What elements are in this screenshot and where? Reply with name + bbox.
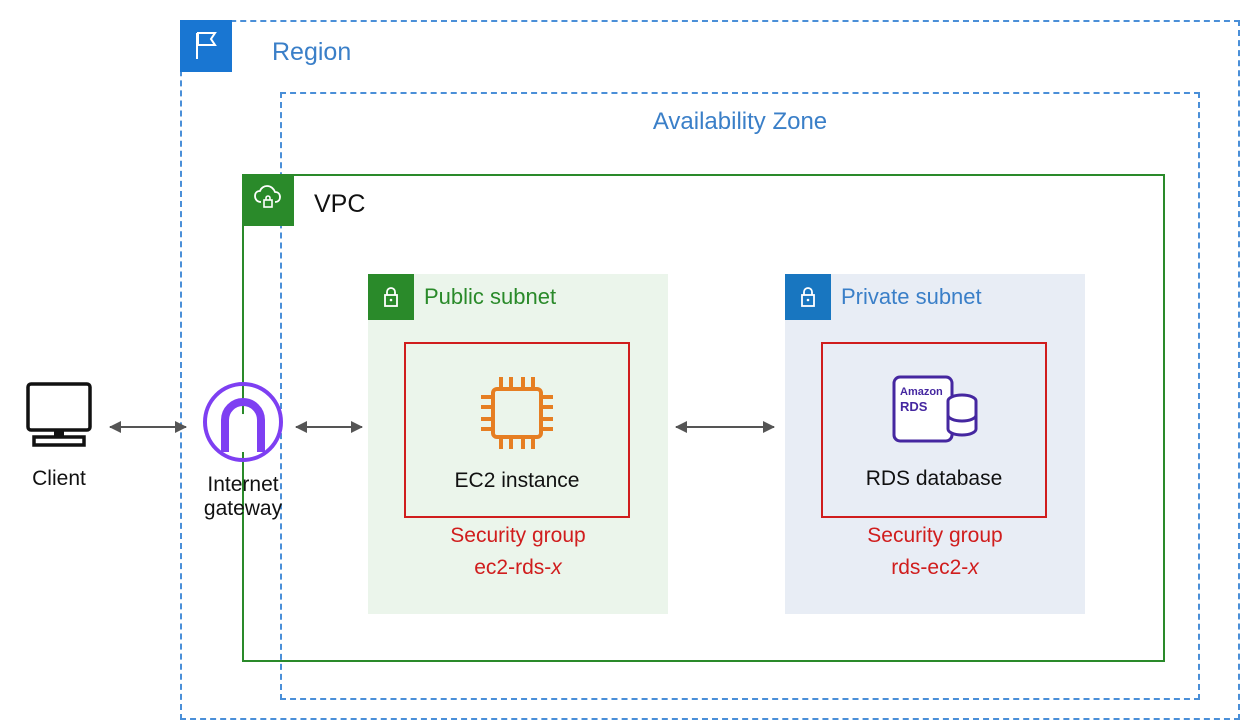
client-block: Client <box>14 374 104 491</box>
private-subnet-label: Private subnet <box>841 284 982 310</box>
region-label: Region <box>272 38 351 67</box>
rds-database-label: RDS database <box>866 467 1003 491</box>
internet-gateway-icon <box>195 380 291 464</box>
rds-database-icon: Amazon RDS <box>884 369 984 457</box>
public-subnet-box: Public subnet EC2 inst <box>368 274 668 614</box>
arrow-ec2-to-rds <box>676 426 774 428</box>
igw-label-line2: gateway <box>204 497 282 520</box>
public-subnet-label: Public subnet <box>424 284 556 310</box>
client-label: Client <box>14 467 104 491</box>
arrow-igw-to-ec2 <box>296 426 362 428</box>
ec2-security-group-box: EC2 instance <box>404 342 630 518</box>
vpc-cloud-lock-icon <box>242 174 294 226</box>
vpc-label: VPC <box>314 190 365 219</box>
rds-sg-name: rds-ec2-x <box>785 556 1085 580</box>
ec2-instance-label: EC2 instance <box>455 469 580 493</box>
ec2-sg-title: Security group <box>368 524 668 548</box>
internet-gateway-block: Internet gateway <box>193 380 293 521</box>
arrow-client-to-igw <box>110 426 186 428</box>
private-subnet-lock-icon <box>785 274 831 320</box>
ec2-sg-name: ec2-rds-x <box>368 556 668 580</box>
ec2-sg-prefix: ec2-rds- <box>474 556 551 579</box>
rds-icon-rds-text: RDS <box>900 399 928 414</box>
rds-security-group-box: Amazon RDS RDS database <box>821 342 1047 518</box>
rds-sg-prefix: rds-ec2- <box>891 556 968 579</box>
ec2-sg-suffix: x <box>551 556 562 579</box>
availability-zone-label: Availability Zone <box>653 108 827 136</box>
internet-gateway-label: Internet gateway <box>193 473 293 521</box>
private-subnet-box: Private subnet Amazon RDS RDS database S… <box>785 274 1085 614</box>
rds-sg-suffix: x <box>968 556 979 579</box>
public-subnet-lock-icon <box>368 274 414 320</box>
client-computer-icon <box>18 374 100 456</box>
aws-architecture-diagram: Region Availability Zone VPC Public subn… <box>0 0 1254 728</box>
igw-label-line1: Internet <box>207 473 278 496</box>
rds-sg-title: Security group <box>785 524 1085 548</box>
rds-icon-amazon-text: Amazon <box>900 386 943 398</box>
ec2-chip-icon <box>471 367 563 459</box>
region-flag-icon <box>180 20 232 72</box>
